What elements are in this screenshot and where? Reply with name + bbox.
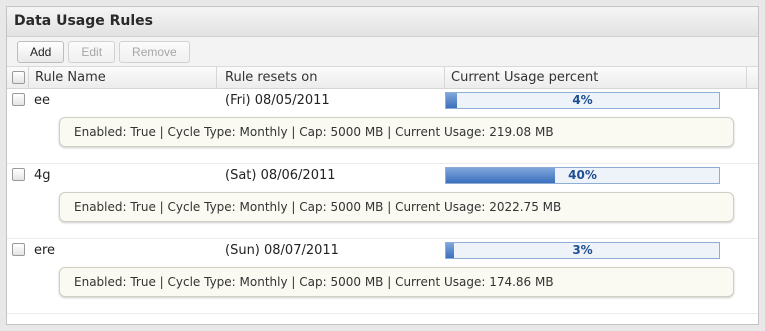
table-row[interactable]: ere (Sun) 08/07/2011 3% [7,239,758,263]
select-all-cell [7,67,29,88]
usage-progress-bar: 40% [445,167,720,184]
toolbar: Add Edit Remove [7,37,758,67]
add-button[interactable]: Add [17,41,65,63]
usage-percent-label: 4% [572,93,593,107]
rule-name: ee [34,93,50,108]
rule-record: 4g (Sat) 08/06/2011 40% Enabled: True | … [7,164,758,239]
column-header-resets-on[interactable]: Rule resets on [217,67,445,88]
usage-progress-bar: 4% [445,92,720,109]
usage-percent-label: 40% [568,168,597,182]
usage-percent-label: 3% [572,243,593,257]
panel-title: Data Usage Rules [7,7,758,37]
rule-record: ee (Fri) 08/05/2011 4% Enabled: True | C… [7,89,758,164]
rule-detail-summary: Enabled: True | Cycle Type: Monthly | Ca… [59,117,734,147]
table-row[interactable]: 4g (Sat) 08/06/2011 40% [7,164,758,188]
column-header-usage-percent[interactable]: Current Usage percent [445,67,747,88]
table-row[interactable]: ee (Fri) 08/05/2011 4% [7,89,758,113]
rules-table-body: ee (Fri) 08/05/2011 4% Enabled: True | C… [7,89,758,314]
rule-resets-on: (Sun) 08/07/2011 [225,243,339,258]
column-header-rule-name[interactable]: Rule Name [29,67,217,88]
rule-detail-summary: Enabled: True | Cycle Type: Monthly | Ca… [59,267,734,297]
remove-button[interactable]: Remove [119,41,190,63]
rule-resets-on: (Fri) 08/05/2011 [225,93,330,108]
row-checkbox[interactable] [12,168,25,181]
row-checkbox[interactable] [12,93,25,106]
rule-name: ere [34,243,56,258]
row-checkbox[interactable] [12,243,25,256]
table-header: Rule Name Rule resets on Current Usage p… [7,67,758,89]
rule-name: 4g [34,168,51,183]
select-all-checkbox[interactable] [12,71,25,84]
rule-record: ere (Sun) 08/07/2011 3% Enabled: True | … [7,239,758,314]
edit-button[interactable]: Edit [68,41,116,63]
usage-progress-bar: 3% [445,242,720,259]
rule-resets-on: (Sat) 08/06/2011 [225,168,336,183]
rule-detail-summary: Enabled: True | Cycle Type: Monthly | Ca… [59,192,734,222]
data-usage-rules-panel: Data Usage Rules Add Edit Remove Rule Na… [6,6,759,325]
